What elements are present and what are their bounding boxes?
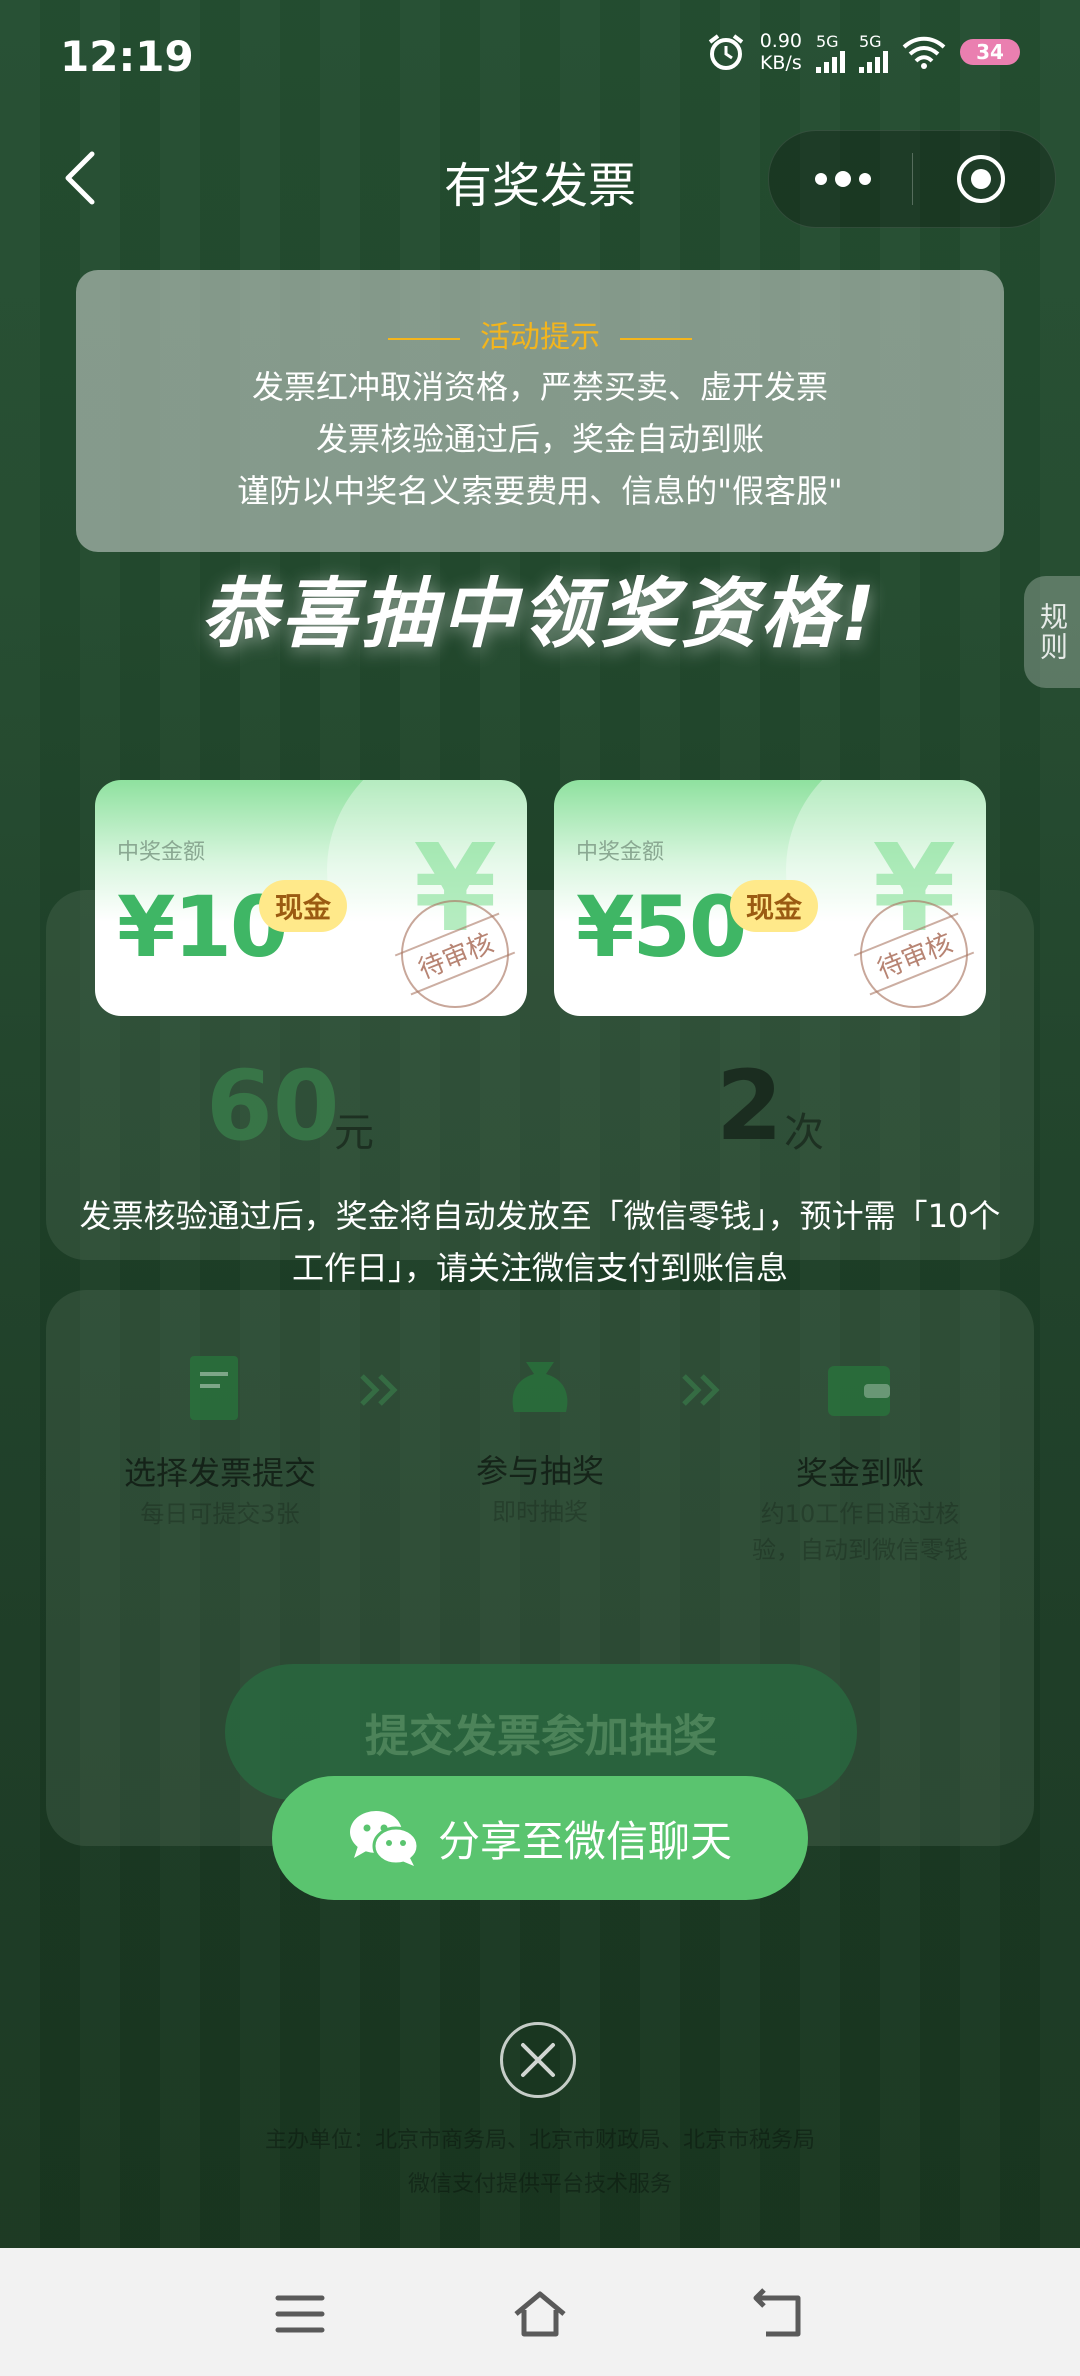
- menu-icon[interactable]: [272, 2286, 328, 2342]
- prize-amount: ¥50: [576, 878, 747, 976]
- step-3-title: 奖金到账: [795, 1454, 924, 1492]
- more-dots-icon[interactable]: [811, 167, 875, 191]
- sim2-label: 5G: [859, 31, 882, 51]
- activity-tip-line-1: 发票红冲取消资格，严禁买卖、虚开发票: [251, 368, 828, 406]
- footer-tech: 微信支付提供平台技术服务: [407, 2172, 672, 2197]
- payout-notice: 发票核验通过后，奖金将自动发放至「微信零钱」，预计需「10个工作日」，请关注微信…: [79, 1197, 1001, 1287]
- cash-badge: 现金: [259, 880, 348, 932]
- share-button-label: 分享至微信聊天: [437, 1816, 732, 1866]
- miniapp-capsule: [768, 130, 1056, 228]
- chevrons-icon: [360, 1374, 398, 1406]
- activity-tip-box: 活动提示 发票红冲取消资格，严禁买卖、虚开发票 发票核验通过后，奖金自动到账 谨…: [76, 270, 1004, 552]
- step-2-title: 参与抽奖: [475, 1452, 604, 1490]
- network-speed-value: 0.90: [759, 30, 802, 52]
- signal-sim2: 5G: [859, 32, 888, 73]
- battery-indicator: 34: [960, 39, 1020, 65]
- invoice-icon: [190, 1356, 238, 1420]
- footer-organizers: 主办单位：北京市商务局、北京市财政局、北京市税务局: [264, 2128, 815, 2153]
- close-miniapp-icon[interactable]: [955, 153, 1007, 205]
- congrats-heading: 恭喜抽中领奖资格!: [200, 569, 880, 658]
- status-bar: 12:19 0.90 KB/s 5G 5G 34: [0, 0, 1080, 120]
- rules-tab[interactable]: 规则: [1024, 576, 1080, 688]
- step-1-sub: 每日可提交3张: [140, 1500, 300, 1528]
- step-2-sub: 即时抽奖: [492, 1498, 588, 1526]
- cash-badge: 现金: [730, 880, 819, 932]
- wallet-icon: [828, 1366, 890, 1416]
- close-dialog-button[interactable]: [500, 2022, 576, 2098]
- status-time: 12:19: [60, 32, 194, 81]
- step-1-title: 选择发票提交: [123, 1454, 316, 1492]
- back-nav-icon[interactable]: [752, 2286, 808, 2342]
- alarm-icon: [708, 34, 743, 70]
- stat-total-value: 60: [206, 1050, 340, 1162]
- activity-tip-title-row: 活动提示: [76, 312, 1004, 356]
- sim1-label: 5G: [816, 31, 839, 51]
- close-icon: [521, 2043, 555, 2077]
- prize-amount: ¥10: [117, 878, 288, 976]
- network-speed-unit: KB/s: [759, 52, 802, 74]
- activity-tip-title: 活动提示: [480, 320, 600, 355]
- stat-total-unit: 元: [334, 1110, 374, 1156]
- prize-card-1: ¥ 中奖金额 ¥10 现金 待审核: [95, 780, 527, 1016]
- prize-label: 中奖金额: [576, 840, 665, 865]
- signal-bars-icon-2: [859, 50, 888, 73]
- chevrons-icon-2: [682, 1374, 720, 1406]
- stat-count-value[interactable]: 2: [716, 1050, 783, 1162]
- money-bag-icon: [512, 1362, 568, 1412]
- network-speed: 0.90 KB/s: [760, 30, 802, 74]
- step-3-sub: 约10工作日通过核验，自动到微信零钱: [752, 1500, 968, 1564]
- share-wechat-button[interactable]: 分享至微信聊天: [272, 1776, 808, 1900]
- home-icon[interactable]: [512, 2286, 568, 2342]
- wechat-icon: [349, 1811, 420, 1866]
- signal-sim1: 5G: [816, 32, 845, 73]
- wifi-icon: [902, 36, 946, 69]
- activity-tip-line-2: 发票核验通过后，奖金自动到账: [315, 420, 764, 458]
- prize-card-2: ¥ 中奖金额 ¥50 现金 待审核: [554, 780, 986, 1016]
- prize-label: 中奖金额: [117, 840, 206, 865]
- signal-bars-icon: [816, 50, 845, 73]
- system-nav-bar: [0, 2248, 1080, 2376]
- activity-tip-line-3: 谨防以中奖名义索要费用、信息的"假客服": [237, 472, 843, 510]
- stat-count-unit: 次: [784, 1110, 824, 1156]
